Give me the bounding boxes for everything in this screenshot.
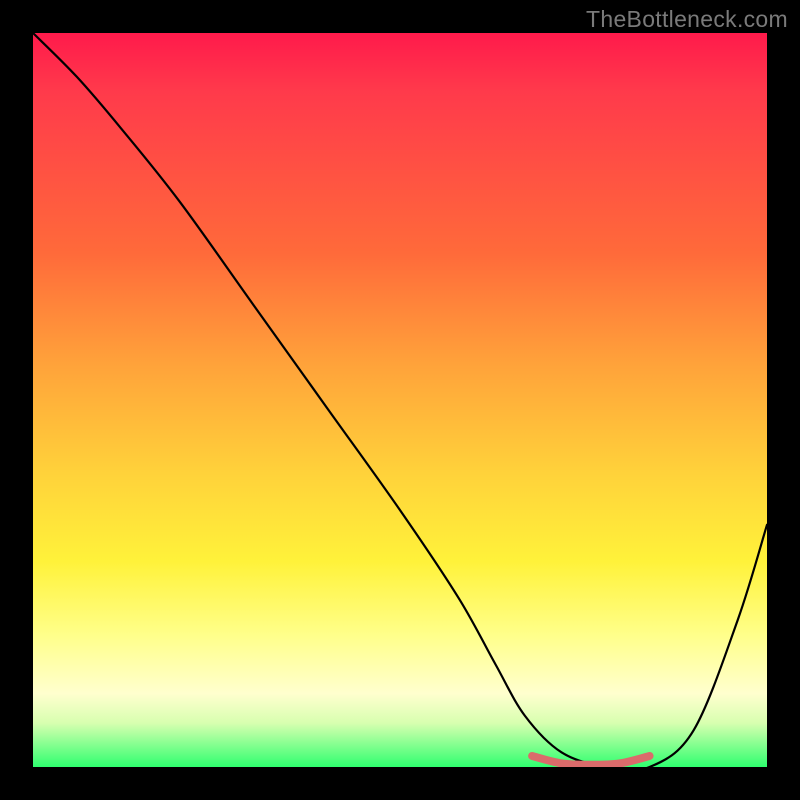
optimal-band <box>532 756 649 765</box>
bottleneck-curve <box>33 33 767 767</box>
watermark-text: TheBottleneck.com <box>586 6 788 33</box>
chart-frame: TheBottleneck.com <box>0 0 800 800</box>
curve-layer <box>33 33 767 767</box>
plot-area <box>33 33 767 767</box>
